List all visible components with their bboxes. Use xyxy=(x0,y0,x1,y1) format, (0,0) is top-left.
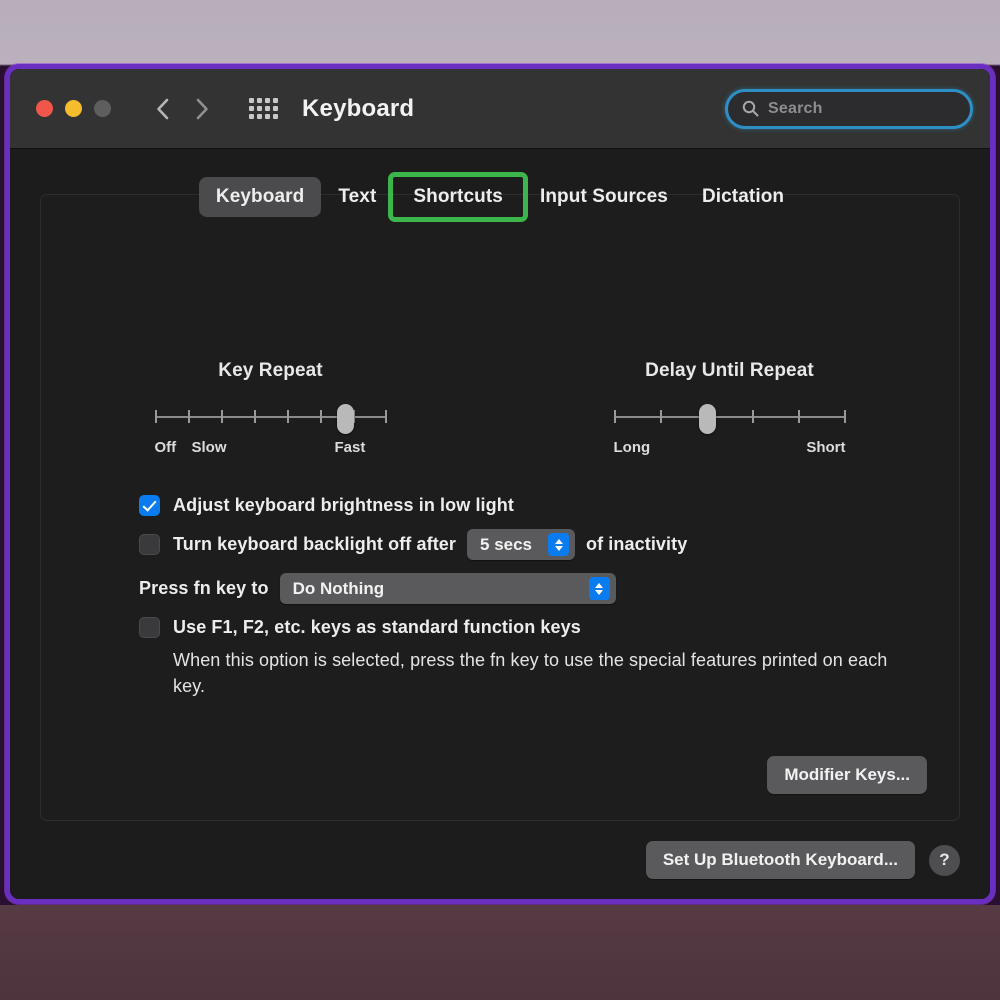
delay-label-short: Short xyxy=(806,439,846,456)
tab-input-sources[interactable]: Input Sources xyxy=(523,177,685,217)
backlight-delay-popup[interactable]: 5 secs xyxy=(467,529,576,560)
fn-key-label: Press fn key to xyxy=(139,578,269,598)
key-repeat-slider-block: Key Repeat Off Slow Fast xyxy=(41,360,500,459)
fn-key-row: Press fn key to Do Nothing xyxy=(139,573,899,604)
fn-key-popup[interactable]: Do Nothing xyxy=(279,573,616,604)
options-section: Adjust keyboard brightness in low light … xyxy=(139,495,899,699)
slider-tick xyxy=(843,410,846,423)
slider-tick xyxy=(613,410,616,423)
window-body: Keyboard Text Shortcuts Input Sources Di… xyxy=(10,149,990,899)
delay-until-repeat-labels: Long Short xyxy=(614,439,846,459)
slider-tick xyxy=(659,410,662,423)
delay-label-long: Long xyxy=(613,439,651,456)
fn-key-value: Do Nothing xyxy=(292,578,385,598)
tab-text[interactable]: Text xyxy=(321,177,393,217)
tab-keyboard[interactable]: Keyboard xyxy=(198,177,322,217)
tab-shortcuts[interactable]: Shortcuts xyxy=(388,172,528,222)
delay-until-repeat-slider[interactable] xyxy=(613,404,846,434)
system-preferences-window: Keyboard Search Keyboard Text Shortcuts … xyxy=(10,69,990,899)
backlight-off-checkbox[interactable] xyxy=(139,534,160,555)
slider-tick xyxy=(751,410,754,423)
key-repeat-slider-thumb[interactable] xyxy=(336,404,354,434)
close-button[interactable] xyxy=(36,100,53,117)
key-repeat-slider[interactable] xyxy=(154,404,387,434)
help-button[interactable]: ? xyxy=(929,844,960,876)
window-frame-highlight: Keyboard Search Keyboard Text Shortcuts … xyxy=(5,64,995,904)
minimize-button[interactable] xyxy=(65,100,82,117)
slider-tick xyxy=(154,410,157,423)
search-placeholder: Search xyxy=(768,99,823,117)
delay-slider-thumb[interactable] xyxy=(698,404,716,434)
key-repeat-label-slow: Slow xyxy=(191,439,227,456)
slider-tick xyxy=(187,410,190,423)
function-keys-checkbox[interactable] xyxy=(139,617,160,638)
fn-key-stepper[interactable] xyxy=(588,577,610,600)
backlight-delay-value: 5 secs xyxy=(480,534,533,554)
slider-tick xyxy=(384,410,387,423)
set-up-bluetooth-keyboard-button[interactable]: Set Up Bluetooth Keyboard... xyxy=(645,841,915,879)
slider-section: Key Repeat Off Slow Fast Delay Until Rep… xyxy=(41,360,959,459)
search-icon xyxy=(742,100,759,117)
tab-bar: Keyboard Text Shortcuts Input Sources Di… xyxy=(10,172,990,222)
adjust-brightness-label: Adjust keyboard brightness in low light xyxy=(173,495,514,515)
chevron-right-icon[interactable] xyxy=(189,94,215,124)
desktop-backdrop: Keyboard Search Keyboard Text Shortcuts … xyxy=(0,0,1000,1000)
slider-tick xyxy=(220,410,223,423)
modifier-keys-area: Modifier Keys... xyxy=(767,756,927,794)
function-keys-description: When this option is selected, press the … xyxy=(173,650,888,696)
slider-tick xyxy=(797,410,800,423)
backlight-off-suffix: of inactivity xyxy=(586,534,688,554)
page-title: Keyboard xyxy=(302,94,415,122)
delay-until-repeat-slider-block: Delay Until Repeat Long Short xyxy=(500,360,959,459)
slider-tick xyxy=(286,410,289,423)
adjust-brightness-checkbox[interactable] xyxy=(139,495,160,516)
key-repeat-label-off: Off xyxy=(154,439,177,456)
backlight-delay-stepper[interactable] xyxy=(548,533,570,556)
grid-dots-icon[interactable] xyxy=(249,98,278,119)
slider-track-line xyxy=(613,416,846,418)
modifier-keys-button[interactable]: Modifier Keys... xyxy=(767,756,927,794)
key-repeat-title: Key Repeat xyxy=(218,360,323,381)
backlight-off-label: Turn keyboard backlight off after xyxy=(173,534,457,554)
chevron-left-icon[interactable] xyxy=(149,94,175,124)
traffic-lights xyxy=(36,100,111,117)
zoom-button[interactable] xyxy=(94,100,111,117)
window-titlebar: Keyboard Search xyxy=(10,69,990,149)
settings-panel: Key Repeat Off Slow Fast Delay Until Rep… xyxy=(40,194,960,821)
tab-dictation[interactable]: Dictation xyxy=(685,177,801,217)
search-input[interactable]: Search xyxy=(725,88,973,129)
backlight-off-row: Turn keyboard backlight off after 5 secs… xyxy=(139,529,899,560)
search-area: Search xyxy=(725,88,973,129)
slider-tick xyxy=(253,410,256,423)
function-keys-row: Use F1, F2, etc. keys as standard functi… xyxy=(139,617,899,638)
navigation-buttons xyxy=(149,94,215,124)
key-repeat-labels: Off Slow Fast xyxy=(155,439,387,459)
function-keys-label: Use F1, F2, etc. keys as standard functi… xyxy=(173,617,581,637)
window-bottom-bar: Set Up Bluetooth Keyboard... ? xyxy=(10,821,990,899)
key-repeat-label-fast: Fast xyxy=(334,439,366,456)
adjust-brightness-row: Adjust keyboard brightness in low light xyxy=(139,495,899,516)
slider-tick xyxy=(319,410,322,423)
delay-until-repeat-title: Delay Until Repeat xyxy=(645,360,814,381)
